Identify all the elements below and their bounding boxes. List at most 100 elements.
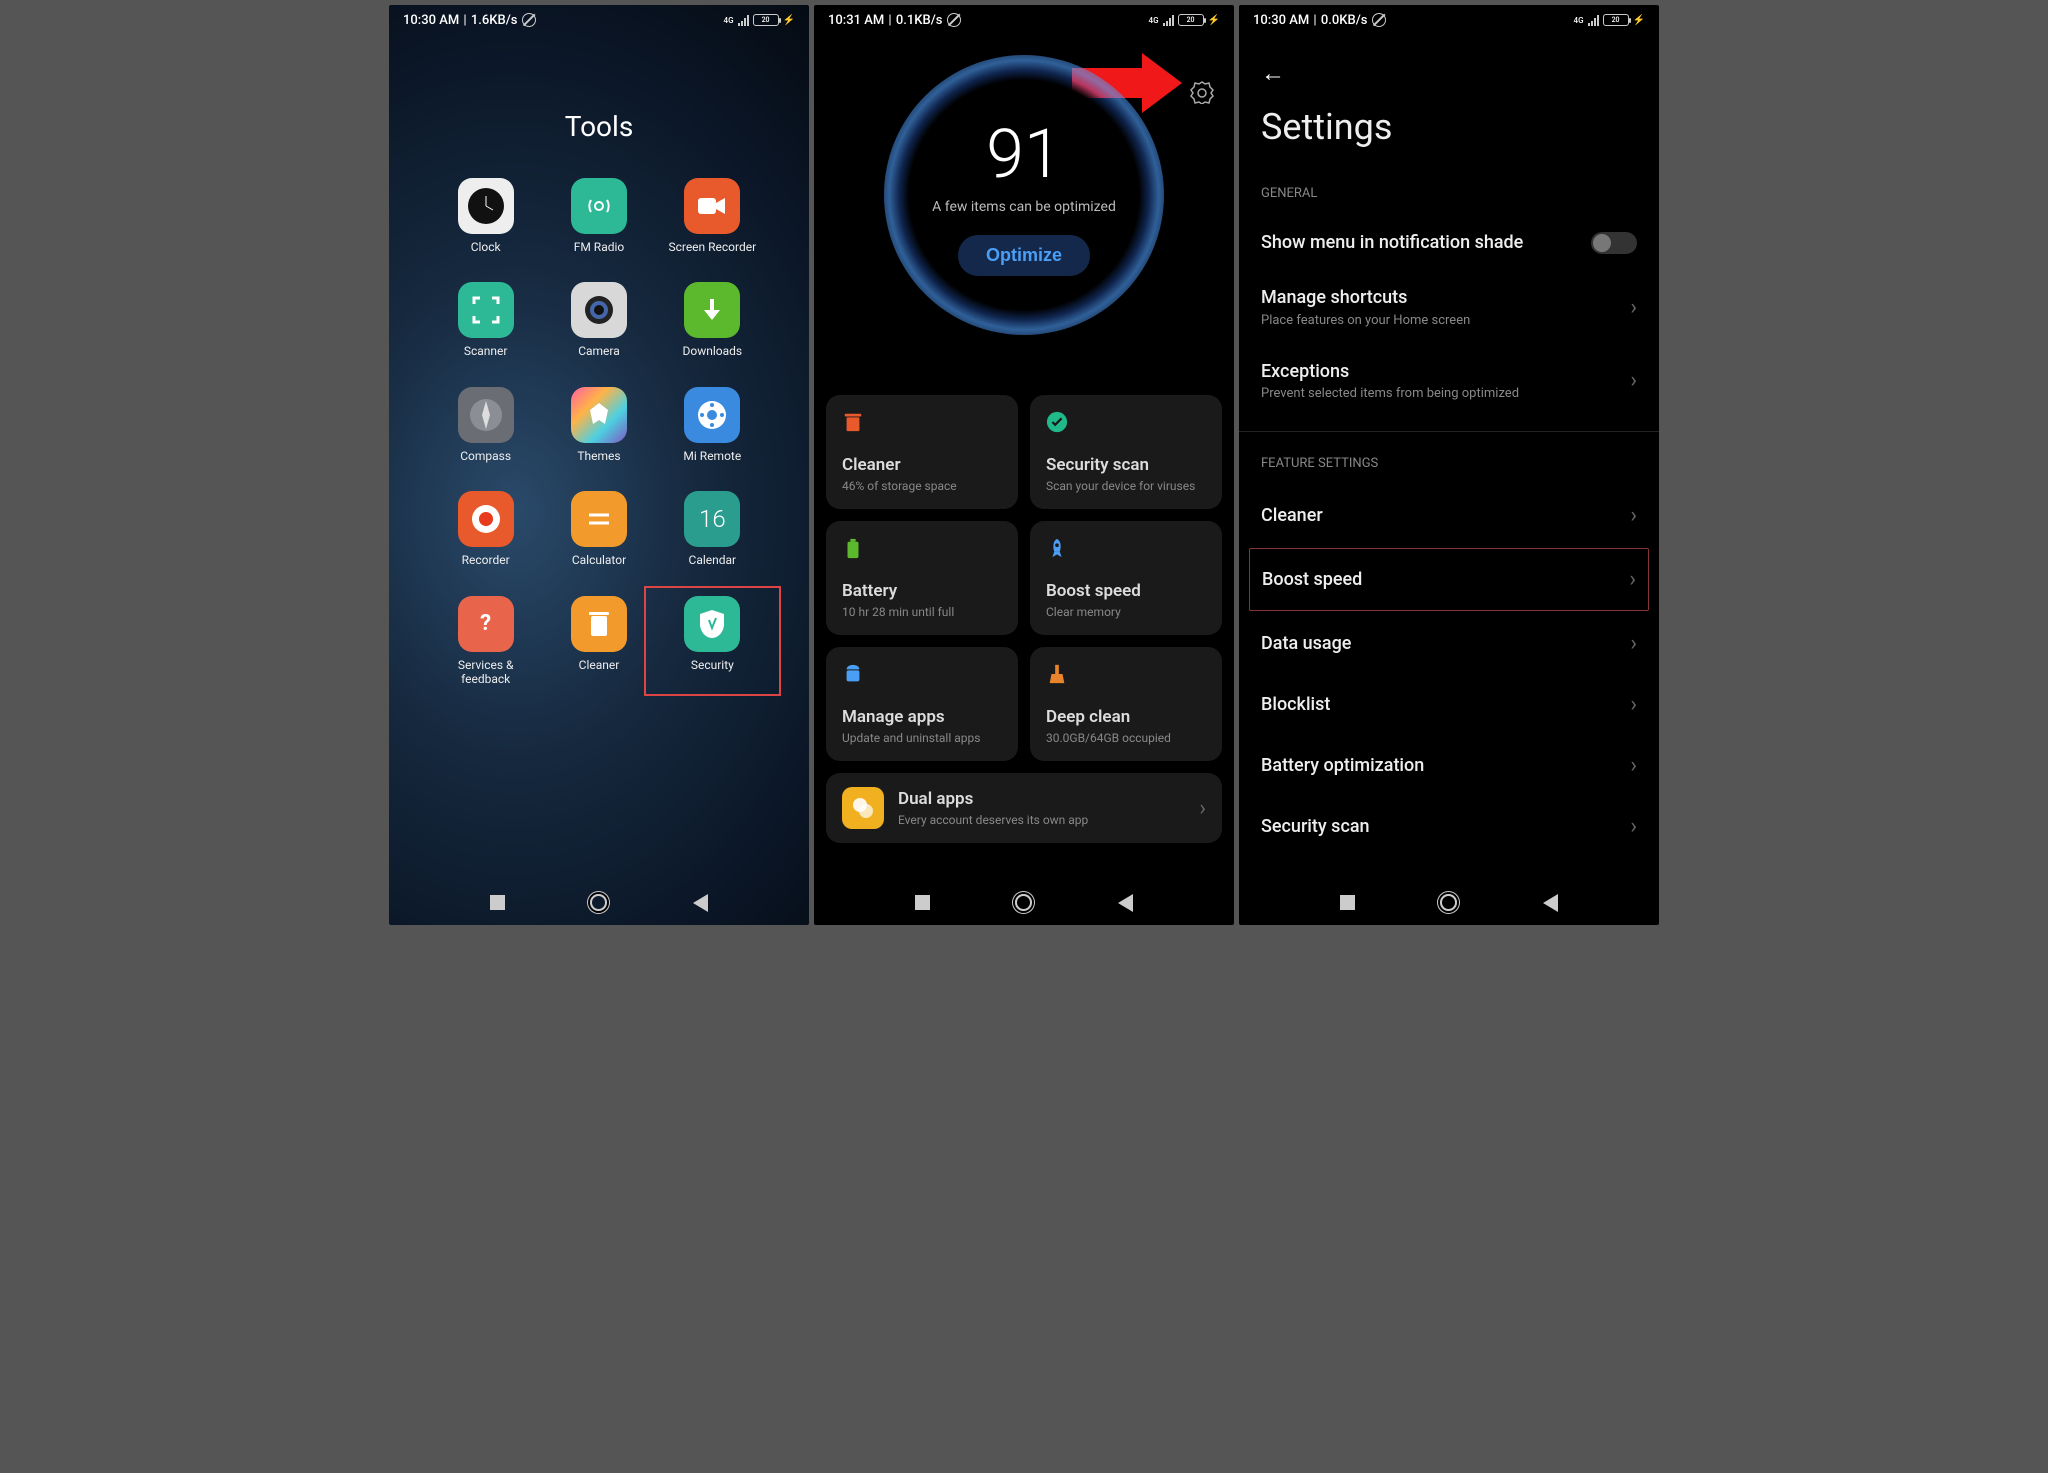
scanner-icon [458,282,514,338]
nav-home-button[interactable] [590,894,607,911]
no-data-icon [947,13,961,27]
app-camera[interactable]: Camera [552,282,645,358]
app-scanner[interactable]: Scanner [439,282,532,358]
optimize-button[interactable]: Optimize [958,235,1090,276]
section-feature: FEATURE SETTINGS [1239,446,1659,485]
chevron-right-icon: › [1630,692,1637,717]
nav-recent-button[interactable] [915,895,930,910]
nav-back-button[interactable] [1118,894,1133,912]
navigation-bar [1239,880,1659,925]
battery-icon: 20 [1603,14,1629,26]
feature-card-grid: Cleaner 46% of storage space Security sc… [814,395,1234,843]
nav-back-button[interactable] [1543,894,1558,912]
app-mi-remote[interactable]: Mi Remote [666,387,759,463]
app-themes[interactable]: Themes [552,387,645,463]
battery-icon: 20 [753,14,779,26]
status-speed: 0.0KB/s [1321,13,1368,28]
rocket-icon [1046,537,1068,559]
settings-gear-button[interactable] [1190,80,1214,104]
calculator-icon [571,491,627,547]
card-boost-speed[interactable]: Boost speed Clear memory [1030,521,1222,635]
status-speed: 0.1KB/s [896,13,943,28]
nav-home-button[interactable] [1015,894,1032,911]
setting-show-menu[interactable]: Show menu in notification shade [1239,215,1659,270]
card-cleaner[interactable]: Cleaner 46% of storage space [826,395,1018,509]
nav-home-button[interactable] [1440,894,1457,911]
nav-back-button[interactable] [693,894,708,912]
chevron-right-icon: › [1630,753,1637,778]
status-bar: 10:30 AM | 1.6KB/s 4G 20 ⚡ [389,5,809,35]
recorder-icon [458,491,514,547]
highlight-box [644,586,781,697]
chevron-right-icon: › [1630,631,1637,656]
app-downloads[interactable]: Downloads [666,282,759,358]
page-title: Settings [1239,92,1659,176]
app-recorder[interactable]: Recorder [439,491,532,567]
chevron-right-icon: › [1630,814,1637,839]
feature-boost-speed[interactable]: Boost speed › [1249,548,1649,611]
feature-data-usage[interactable]: Data usage › [1239,613,1659,674]
network-4g-icon: 4G [724,16,734,25]
feature-battery-optimization[interactable]: Battery optimization › [1239,735,1659,796]
feature-blocklist[interactable]: Blocklist › [1239,674,1659,735]
dual-apps-icon [842,787,884,829]
app-grid: Clock FM Radio Screen Recorder Scanner C… [389,178,809,686]
card-dual-apps[interactable]: Dual apps Every account deserves its own… [826,773,1222,843]
status-time: 10:30 AM [1253,13,1309,28]
check-circle-icon [1046,411,1068,433]
score-text: A few items can be optimized [932,199,1116,215]
score-ring: 91 A few items can be optimized Optimize [884,55,1164,335]
app-calculator[interactable]: Calculator [552,491,645,567]
nav-recent-button[interactable] [490,895,505,910]
app-screen-recorder[interactable]: Screen Recorder [666,178,759,254]
toggle-off[interactable] [1591,232,1637,254]
charging-icon: ⚡ [783,15,795,26]
feedback-icon: ? [458,596,514,652]
app-clock[interactable]: Clock [439,178,532,254]
remote-icon [684,387,740,443]
calendar-icon: 16 [684,491,740,547]
security-score: 91 [986,114,1061,194]
feature-cleaner[interactable]: Cleaner › [1239,485,1659,546]
broom-icon [1046,663,1068,685]
themes-icon [571,387,627,443]
feature-security-scan[interactable]: Security scan › [1239,796,1659,857]
app-security[interactable]: Security [666,596,759,687]
no-data-icon [522,13,536,27]
camera-icon [571,282,627,338]
app-fm-radio[interactable]: FM Radio [552,178,645,254]
status-speed: 1.6KB/s [471,13,518,28]
divider [1239,431,1659,432]
card-security-scan[interactable]: Security scan Scan your device for virus… [1030,395,1222,509]
status-bar: 10:31 AM | 0.1KB/s 4G 20 ⚡ [814,5,1234,35]
chevron-right-icon: › [1199,796,1206,821]
setting-exceptions[interactable]: Exceptions Prevent selected items from b… [1239,344,1659,417]
setting-manage-shortcuts[interactable]: Manage shortcuts Place features on your … [1239,270,1659,343]
app-cleaner[interactable]: Cleaner [552,596,645,687]
folder-title: Tools [389,110,809,143]
chevron-right-icon: › [1629,567,1636,592]
signal-icon [738,14,749,26]
card-manage-apps[interactable]: Manage apps Update and uninstall apps [826,647,1018,761]
phone-screen-security: 10:31 AM | 0.1KB/s 4G 20 ⚡ 91 A few item… [814,5,1234,925]
app-compass[interactable]: Compass [439,387,532,463]
nav-recent-button[interactable] [1340,895,1355,910]
card-deep-clean[interactable]: Deep clean 30.0GB/64GB occupied [1030,647,1222,761]
app-services-feedback[interactable]: ? Services & feedback [439,596,532,687]
video-camera-icon [684,178,740,234]
back-button[interactable]: ← [1239,35,1659,92]
section-general: GENERAL [1239,176,1659,215]
chevron-right-icon: › [1630,295,1637,320]
trash-icon [842,411,864,433]
network-4g-icon: 4G [1149,16,1159,25]
download-icon [684,282,740,338]
android-icon [842,663,864,685]
compass-icon [458,387,514,443]
status-time: 10:31 AM [828,13,884,28]
chevron-right-icon: › [1630,368,1637,393]
status-bar: 10:30 AM | 0.0KB/s 4G 20 ⚡ [1239,5,1659,35]
signal-icon [1588,14,1599,26]
card-battery[interactable]: Battery 10 hr 28 min until full [826,521,1018,635]
charging-icon: ⚡ [1208,15,1220,26]
app-calendar[interactable]: 16 Calendar [666,491,759,567]
